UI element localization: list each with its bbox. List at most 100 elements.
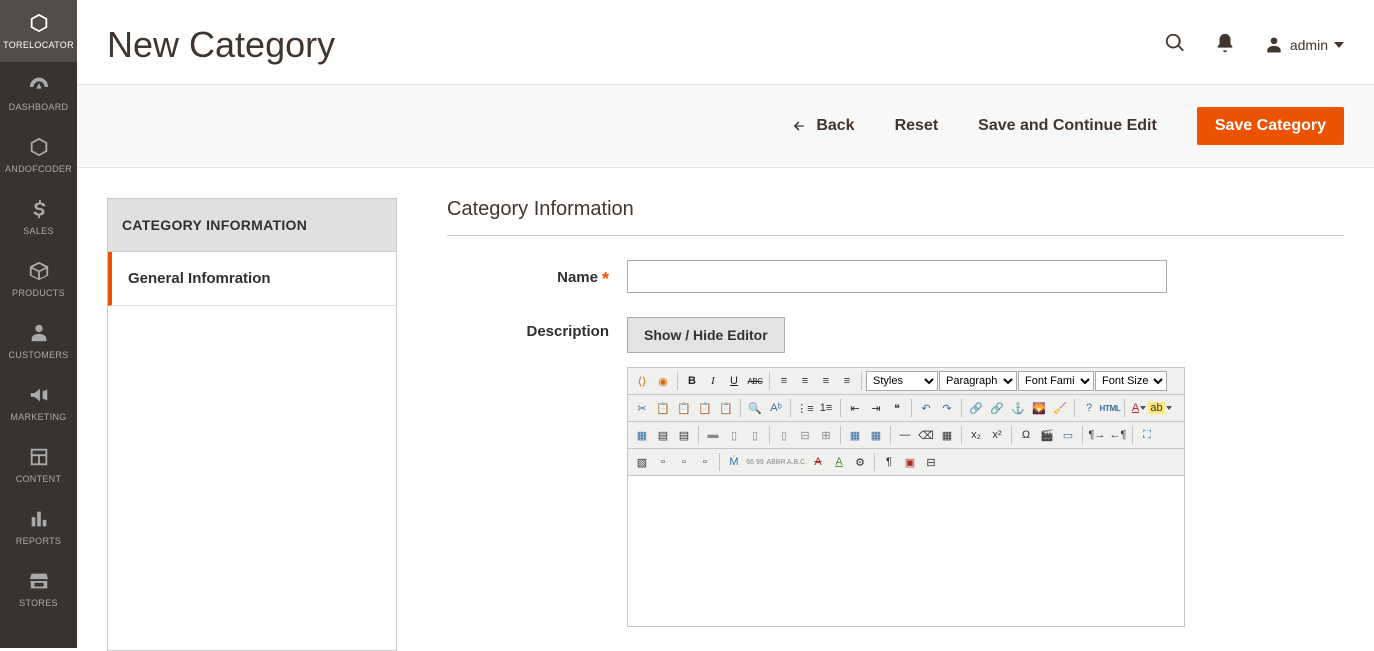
sidebar-item-storelocator[interactable]: TORELOCATOR <box>0 0 77 62</box>
table-icon[interactable]: ▦ <box>632 425 652 445</box>
editor-toolbar-row-4: ▧ ▫ ▫ ▫ Ṁ 66 99 ABBR A.B.C. A A ⚙ <box>628 449 1184 476</box>
attributes-icon[interactable]: ⚙ <box>850 452 870 472</box>
magento-icon[interactable]: ◉ <box>653 371 673 391</box>
sidebar-item-landofcoder[interactable]: ANDOFCODER <box>0 124 77 186</box>
hr-icon[interactable]: — <box>895 425 915 445</box>
delete-row-icon[interactable]: ▬ <box>703 425 723 445</box>
special-char-icon[interactable]: Ω <box>1016 425 1036 445</box>
clean-icon[interactable]: 🧹 <box>1050 398 1070 418</box>
rtl-icon[interactable]: ←¶ <box>1108 425 1128 445</box>
toggle-editor-button[interactable]: Show / Hide Editor <box>627 317 785 353</box>
sidebar-item-stores[interactable]: STORES <box>0 558 77 620</box>
align-right-icon[interactable]: ≡ <box>816 371 836 391</box>
back-button[interactable]: Back <box>790 117 854 135</box>
font-size-select[interactable]: Font Size <box>1095 371 1167 391</box>
del-icon[interactable]: A <box>808 452 828 472</box>
user-menu[interactable]: admin <box>1264 35 1344 55</box>
subscript-icon[interactable]: x₂ <box>966 425 986 445</box>
style-props-icon[interactable]: Ṁ <box>724 452 744 472</box>
cite-icon[interactable]: 66 99 <box>745 452 765 472</box>
bell-icon[interactable] <box>1214 32 1236 59</box>
replace-icon[interactable]: Aᵇ <box>766 398 786 418</box>
bg-color-icon[interactable]: ab <box>1150 398 1170 418</box>
store-icon <box>28 570 50 594</box>
undo-icon[interactable]: ↶ <box>916 398 936 418</box>
unlink-icon[interactable]: 🔗 <box>987 398 1007 418</box>
cut-icon[interactable]: ✂ <box>632 398 652 418</box>
tab-general-information[interactable]: General Infomration <box>108 252 396 306</box>
find-icon[interactable]: 🔍 <box>745 398 765 418</box>
cell-props-icon[interactable]: ▦ <box>866 425 886 445</box>
row-props-icon[interactable]: ▦ <box>845 425 865 445</box>
sidebar-item-customers[interactable]: CUSTOMERS <box>0 310 77 372</box>
html-icon[interactable]: HTML <box>1100 398 1120 418</box>
editor-body[interactable] <box>628 476 1184 626</box>
text-color-icon[interactable]: A <box>1129 398 1149 418</box>
reset-button[interactable]: Reset <box>895 117 939 135</box>
remove-format-icon[interactable]: ⌫ <box>916 425 936 445</box>
merge-cell-icon[interactable]: ⊞ <box>816 425 836 445</box>
paste-word-icon[interactable]: 📋 <box>716 398 736 418</box>
ins-icon[interactable]: A <box>829 452 849 472</box>
outdent-icon[interactable]: ⇤ <box>845 398 865 418</box>
template-icon[interactable]: ⊟ <box>921 452 941 472</box>
page-break-icon[interactable]: ▭ <box>1058 425 1078 445</box>
sidebar-item-products[interactable]: PRODUCTS <box>0 248 77 310</box>
layer-back-icon[interactable]: ▫ <box>674 452 694 472</box>
paragraph-select[interactable]: Paragraph <box>939 371 1017 391</box>
delete-col-icon[interactable]: ▯ <box>774 425 794 445</box>
paste-icon[interactable]: 📋 <box>674 398 694 418</box>
search-icon[interactable] <box>1164 32 1186 59</box>
align-center-icon[interactable]: ≡ <box>795 371 815 391</box>
styles-select[interactable]: Styles <box>866 371 938 391</box>
visual-chars-icon[interactable]: ¶ <box>879 452 899 472</box>
editor-toolbar-row-2: ✂ 📋 📋 📋 📋 🔍 Aᵇ ⋮≡ 1≡ ⇤ <box>628 395 1184 422</box>
source-icon[interactable]: ⟨⟩ <box>632 371 652 391</box>
number-list-icon[interactable]: 1≡ <box>816 398 836 418</box>
bold-icon[interactable]: B <box>682 371 702 391</box>
anchor-icon[interactable]: ⚓ <box>1008 398 1028 418</box>
image-icon[interactable]: 🌄 <box>1029 398 1049 418</box>
layer-icon[interactable]: ▧ <box>632 452 652 472</box>
nbsp-icon[interactable]: ▣ <box>900 452 920 472</box>
blockquote-icon[interactable]: ❝ <box>887 398 907 418</box>
save-continue-button[interactable]: Save and Continue Edit <box>978 117 1157 135</box>
layer-forward-icon[interactable]: ▫ <box>653 452 673 472</box>
paste-text-icon[interactable]: 📋 <box>695 398 715 418</box>
link-icon[interactable]: 🔗 <box>966 398 986 418</box>
row-before-icon[interactable]: ▤ <box>653 425 673 445</box>
sidebar-item-marketing[interactable]: MARKETING <box>0 372 77 434</box>
ltr-icon[interactable]: ¶→ <box>1087 425 1107 445</box>
actions-bar: Back Reset Save and Continue Edit Save C… <box>77 84 1374 168</box>
visual-aid-icon[interactable]: ▦ <box>937 425 957 445</box>
bullet-list-icon[interactable]: ⋮≡ <box>795 398 815 418</box>
superscript-icon[interactable]: x² <box>987 425 1007 445</box>
font-family-select[interactable]: Font Family <box>1018 371 1094 391</box>
row-after-icon[interactable]: ▤ <box>674 425 694 445</box>
copy-icon[interactable]: 📋 <box>653 398 673 418</box>
help-icon[interactable]: ? <box>1079 398 1099 418</box>
sidebar-item-reports[interactable]: REPORTS <box>0 496 77 558</box>
underline-icon[interactable]: U <box>724 371 744 391</box>
strikethrough-icon[interactable]: ABC <box>745 371 765 391</box>
fullscreen-icon[interactable]: ⛶ <box>1137 425 1157 445</box>
abbr-icon[interactable]: ABBR <box>766 452 786 472</box>
indent-icon[interactable]: ⇥ <box>866 398 886 418</box>
sidebar-item-content[interactable]: CONTENT <box>0 434 77 496</box>
acronym-icon[interactable]: A.B.C. <box>787 452 807 472</box>
align-left-icon[interactable]: ≡ <box>774 371 794 391</box>
italic-icon[interactable]: I <box>703 371 723 391</box>
redo-icon[interactable]: ↷ <box>937 398 957 418</box>
align-justify-icon[interactable]: ≡ <box>837 371 857 391</box>
sidebar-item-sales[interactable]: SALES <box>0 186 77 248</box>
save-category-button[interactable]: Save Category <box>1197 107 1344 145</box>
media-icon[interactable]: 🎬 <box>1037 425 1057 445</box>
col-before-icon[interactable]: ▯ <box>724 425 744 445</box>
chart-icon <box>28 508 50 532</box>
col-after-icon[interactable]: ▯ <box>745 425 765 445</box>
sidebar-item-dashboard[interactable]: DASHBOARD <box>0 62 77 124</box>
split-cell-icon[interactable]: ⊟ <box>795 425 815 445</box>
layer-abs-icon[interactable]: ▫ <box>695 452 715 472</box>
name-input[interactable] <box>627 260 1167 293</box>
hexagon-icon <box>28 136 50 160</box>
